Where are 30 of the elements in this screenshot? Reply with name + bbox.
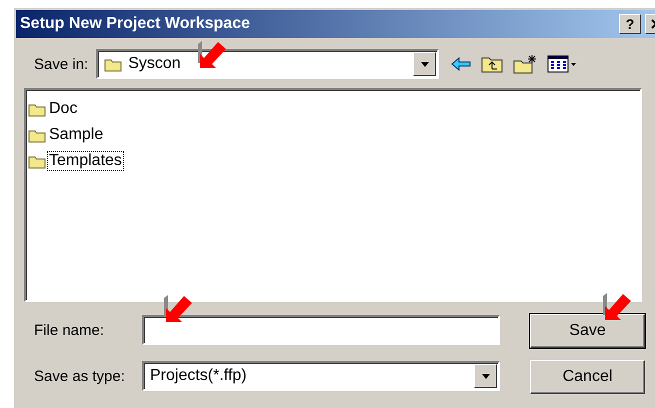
save-as-type-label: Save as type: [34,368,126,384]
folder-name: Templates [47,151,124,171]
save-in-label: Save in: [34,56,88,72]
folder-icon [28,102,46,116]
file-name-field[interactable] [142,315,500,345]
folder-name: Doc [48,99,78,119]
folder-item[interactable]: Doc [28,96,638,122]
folder-name: Sample [48,125,104,145]
caret-icon [420,62,429,66]
folder-item[interactable]: Templates [28,148,638,174]
save-in-dropdown[interactable]: Syscon [96,49,440,79]
folder-icon [104,56,122,72]
save-button[interactable]: Save [530,314,645,348]
dropdown-button[interactable] [474,364,497,388]
window-title: Setup New Project Workspace [20,15,251,33]
folder-item[interactable]: Sample [28,122,638,148]
up-folder-icon[interactable] [481,55,504,73]
new-folder-icon[interactable] [513,54,538,74]
file-name-label: File name: [34,322,106,338]
cancel-button[interactable]: Cancel [530,360,645,394]
save-as-type-dropdown[interactable]: Projects(*.ffp) [142,361,500,391]
save-as-type-value: Projects(*.ffp) [150,367,247,385]
folder-icon [28,154,46,168]
dropdown-button[interactable] [413,52,436,76]
folder-icon [28,128,46,142]
help-button[interactable]: ? [619,14,641,34]
caret-icon [482,374,490,378]
save-in-value: Syscon [128,55,181,73]
back-arrow-icon[interactable] [451,57,472,71]
view-menu-icon[interactable] [547,55,578,73]
